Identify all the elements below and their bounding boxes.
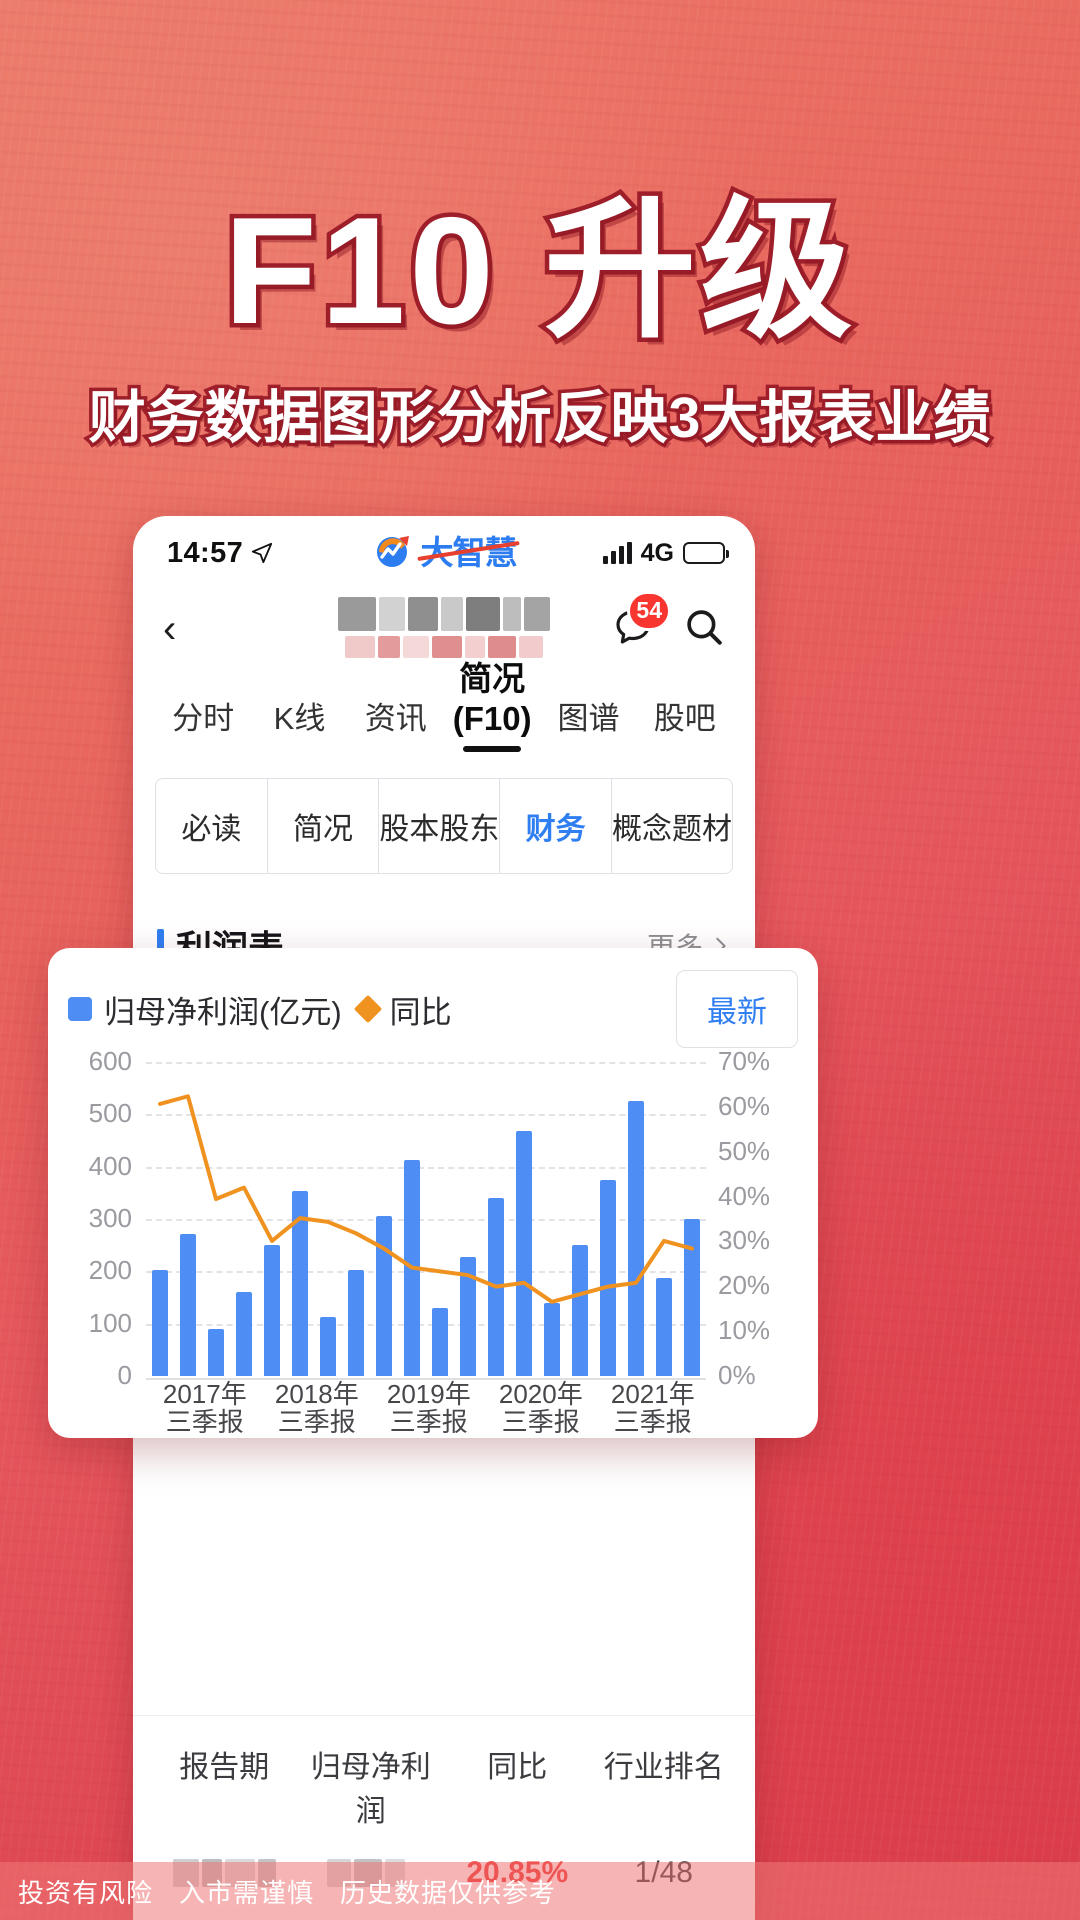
col-rank: 行业排名 bbox=[603, 1751, 724, 1784]
segment-must-read[interactable]: 必读 bbox=[156, 779, 268, 873]
search-icon[interactable] bbox=[683, 606, 725, 653]
y-tick-right: 20% bbox=[718, 1270, 771, 1301]
segment-overview[interactable]: 简况 bbox=[268, 779, 380, 873]
legend-label-net-profit: 归母净利润(亿元) bbox=[104, 994, 342, 1030]
segment-finance[interactable]: 财务 bbox=[500, 779, 613, 873]
back-button[interactable]: ‹ bbox=[163, 609, 207, 649]
legend-diamond-icon bbox=[353, 994, 382, 1024]
disclaimer-item-3: 历史数据仅供参考 bbox=[340, 1877, 557, 1908]
network-type-label: 4G bbox=[640, 538, 674, 567]
table-header-row: 报告期 归母净利润 同比 行业排名 bbox=[133, 1715, 755, 1852]
col-net-profit: 归母净利润 bbox=[310, 1751, 431, 1828]
y-tick-left: 300 bbox=[88, 1203, 132, 1233]
chart-card: 归母净利润(亿元) 同比 最新 0 100 200 300 400 500 600 0% 10… bbox=[48, 948, 818, 1438]
tab-f10[interactable]: 简况(F10) bbox=[444, 652, 540, 752]
x-tick-label: 2019年 三季报 bbox=[386, 1379, 471, 1437]
y-tick-left: 100 bbox=[88, 1307, 132, 1338]
brand-mark-icon bbox=[372, 528, 416, 572]
legend-label-yoy: 同比 bbox=[389, 994, 452, 1030]
y-tick-left: 200 bbox=[88, 1255, 132, 1286]
y-tick-left: 400 bbox=[88, 1150, 132, 1181]
y-tick-right: 0% bbox=[718, 1360, 756, 1390]
plot-area bbox=[146, 1062, 706, 1376]
tab-news[interactable]: 资讯 bbox=[348, 693, 444, 752]
y-tick-left: 0 bbox=[117, 1360, 132, 1390]
status-right-icons: 4G ⚡ bbox=[602, 538, 729, 568]
page-title: F10 升级 bbox=[219, 186, 857, 356]
tab-graph[interactable]: 图谱 bbox=[540, 693, 636, 752]
location-arrow-icon bbox=[251, 542, 273, 564]
segmented-control: 必读 简况 股本股东 财务 概念题材 bbox=[155, 778, 733, 874]
status-bar: 14:57 大智慧 4G ⚡ bbox=[133, 516, 755, 584]
y-tick-right: 40% bbox=[718, 1180, 771, 1211]
y-tick-right: 70% bbox=[718, 1046, 771, 1076]
chat-button[interactable]: 54 bbox=[613, 590, 671, 652]
latest-button[interactable]: 最新 bbox=[676, 970, 798, 1048]
yoy-line bbox=[160, 1096, 692, 1302]
y-tick-right: 50% bbox=[718, 1135, 771, 1166]
tab-kline[interactable]: K线 bbox=[251, 693, 347, 752]
x-tick-label: 2018年 三季报 bbox=[274, 1379, 359, 1437]
chart-plot: 0 100 200 300 400 500 600 0% 10% 20% 30% 40% 50% 60%… bbox=[68, 1046, 798, 1436]
y-tick-right: 30% bbox=[718, 1225, 771, 1256]
tab-fenshi[interactable]: 分时 bbox=[155, 693, 251, 752]
line-series bbox=[146, 1062, 706, 1376]
main-tab-bar: 分时 K线 资讯 简况(F10) 图谱 股吧 bbox=[133, 660, 755, 752]
tab-guba[interactable]: 股吧 bbox=[637, 693, 733, 752]
signal-bars-icon bbox=[602, 542, 632, 564]
col-yoy: 同比 bbox=[487, 1751, 548, 1784]
col-period: 报告期 bbox=[179, 1751, 270, 1784]
status-time: 14:57 bbox=[167, 536, 244, 569]
legend-square-icon bbox=[68, 997, 92, 1021]
brand-name: 大智慧 bbox=[421, 526, 518, 574]
segment-shareholders[interactable]: 股本股东 bbox=[379, 779, 501, 873]
x-axis-labels: 2017年 三季报 2018年 三季报 2019年 三季报 2020年 三季报 2021年 三季报 bbox=[146, 1378, 706, 1436]
battery-charging-icon: ⚡ bbox=[683, 542, 729, 564]
y-tick-right: 10% bbox=[718, 1315, 771, 1346]
y-tick-left: 600 bbox=[88, 1046, 132, 1076]
nav-actions: 54 bbox=[613, 590, 725, 653]
segment-concepts[interactable]: 概念题材 bbox=[612, 779, 732, 873]
x-tick-label: 2017年 三季报 bbox=[162, 1379, 247, 1437]
y-tick-left: 500 bbox=[88, 1098, 132, 1129]
disclaimer-item-1: 投资有风险 bbox=[18, 1877, 154, 1908]
app-logo: 大智慧 bbox=[354, 526, 534, 574]
chart-legend: 归母净利润(亿元) 同比 最新 bbox=[68, 970, 798, 1048]
chat-badge: 54 bbox=[627, 590, 671, 631]
disclaimer-item-2: 入市需谨慎 bbox=[179, 1877, 315, 1908]
x-tick-label: 2020年 三季报 bbox=[498, 1379, 583, 1437]
page-subtitle: 财务数据图形分析反映3大报表业绩 bbox=[85, 383, 994, 454]
disclaimer-bar: 投资有风险 入市需谨慎 历史数据仅供参考 bbox=[0, 1862, 1080, 1920]
legend-item-yoy: 同比 bbox=[353, 987, 452, 1032]
legend-item-net-profit: 归母净利润(亿元) bbox=[68, 987, 342, 1032]
y-tick-right: 60% bbox=[718, 1090, 771, 1121]
x-tick-label: 2021年 三季报 bbox=[610, 1379, 695, 1437]
